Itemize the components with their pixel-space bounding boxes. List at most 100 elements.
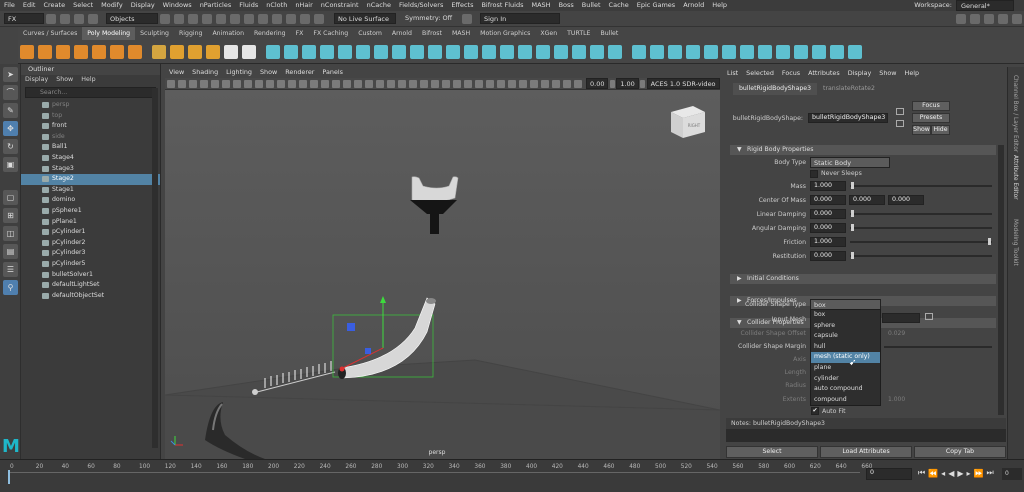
menu-set-dropdown[interactable]: FX: [4, 13, 44, 24]
shelf-tool-icon[interactable]: [794, 44, 808, 59]
shelf-tool-icon[interactable]: [722, 44, 736, 59]
menu-effects[interactable]: Effects: [447, 0, 477, 11]
outliner-item[interactable]: Stage1: [21, 185, 160, 196]
presets-button[interactable]: Presets: [912, 113, 950, 123]
snap-point-icon[interactable]: [286, 13, 296, 24]
shelf-tool-icon[interactable]: [266, 44, 280, 59]
ae-menu-list[interactable]: List: [723, 67, 742, 79]
viewport-tool-icon[interactable]: [496, 79, 505, 88]
shelf-tool-icon[interactable]: [188, 44, 202, 59]
viewport-tool-icon[interactable]: [320, 79, 329, 88]
shelf-tool-icon[interactable]: [110, 44, 124, 59]
never-sleeps-checkbox[interactable]: [810, 170, 818, 178]
menu-fluids[interactable]: Fluids: [235, 0, 262, 11]
menu-arnold[interactable]: Arnold: [679, 0, 708, 11]
shelf-tool-icon[interactable]: [284, 44, 298, 59]
ae-menu-display[interactable]: Display: [844, 67, 876, 79]
viewport-tool-icon[interactable]: [562, 79, 571, 88]
outliner-item[interactable]: pCylinder1: [21, 227, 160, 238]
show-button[interactable]: Show: [912, 125, 931, 135]
shelf-tool-icon[interactable]: [92, 44, 106, 59]
restitution-field[interactable]: 0.000: [810, 251, 846, 261]
shelf-tool-icon[interactable]: [428, 44, 442, 59]
shelf-tool-icon[interactable]: [758, 44, 772, 59]
viewport-tool-icon[interactable]: [243, 79, 252, 88]
shelf-tool-icon[interactable]: [554, 44, 568, 59]
viewport-menu-shading[interactable]: Shading: [188, 67, 222, 78]
shelf-tool-icon[interactable]: [668, 44, 682, 59]
viewport-menu-panels[interactable]: Panels: [318, 67, 347, 78]
render-settings-icon[interactable]: [984, 13, 994, 24]
single-pane-icon[interactable]: ▢: [3, 190, 18, 205]
node-copy-icon[interactable]: [896, 120, 904, 127]
shelf-tool-icon[interactable]: [590, 44, 604, 59]
outliner-layout-icon[interactable]: ☰: [3, 262, 18, 277]
undo-icon[interactable]: [74, 13, 84, 24]
shelf-tab-custom[interactable]: Custom: [353, 27, 387, 40]
viewport-menu-show[interactable]: Show: [256, 67, 281, 78]
section-initial-conditions[interactable]: ▶ Initial Conditions: [730, 274, 996, 284]
shelf-tool-icon[interactable]: [170, 44, 184, 59]
step-forward-icon[interactable]: ▸: [967, 469, 971, 478]
outliner-item[interactable]: persp: [21, 100, 160, 111]
outliner-item[interactable]: pCylinder5: [21, 259, 160, 270]
outliner-item[interactable]: pCylinder2: [21, 238, 160, 249]
construction-history-icon[interactable]: [462, 13, 472, 24]
viewport-menu-view[interactable]: View: [165, 67, 188, 78]
shelf-tab-sculpting[interactable]: Sculpting: [135, 27, 174, 40]
menu-fields-solvers[interactable]: Fields/Solvers: [395, 0, 447, 11]
menu-bullet[interactable]: Bullet: [578, 0, 605, 11]
shelf-tool-icon[interactable]: [20, 44, 34, 59]
section-rigid-body[interactable]: ▼ Rigid Body Properties: [730, 145, 996, 155]
shelf-tab-xgen[interactable]: XGen: [535, 27, 562, 40]
menu-bifrost-fluids[interactable]: Bifrost Fluids: [477, 0, 527, 11]
zoom-icon[interactable]: ⚲: [3, 280, 18, 295]
shape-type-option[interactable]: box: [811, 310, 880, 321]
shelf-tool-icon[interactable]: [572, 44, 586, 59]
outliner-item[interactable]: pPlane1: [21, 217, 160, 228]
input-mesh-link-icon[interactable]: [925, 313, 933, 320]
shape-type-option[interactable]: hull: [811, 342, 880, 353]
shape-type-option[interactable]: compound: [811, 395, 880, 406]
viewport-tool-icon[interactable]: [298, 79, 307, 88]
shelf-tool-icon[interactable]: [704, 44, 718, 59]
viewport-tool-icon[interactable]: [287, 79, 296, 88]
select-tool-icon[interactable]: ➤: [3, 67, 18, 82]
color-space-dropdown[interactable]: ACES 1.0 SDR-video (sRGB): [646, 78, 720, 98]
body-type-dropdown[interactable]: Static Body: [810, 157, 890, 168]
viewport-tool-icon[interactable]: [507, 79, 516, 88]
shelf-tab-turtle[interactable]: TURTLE: [562, 27, 595, 40]
outliner-item[interactable]: Stage2: [21, 174, 160, 185]
viewport-tool-icon[interactable]: [265, 79, 274, 88]
shelf-tool-icon[interactable]: [242, 44, 256, 59]
rotate-tool-icon[interactable]: ↻: [3, 139, 18, 154]
shelf-tool-icon[interactable]: [650, 44, 664, 59]
viewport-tool-icon[interactable]: [364, 79, 373, 88]
snap-curve-icon[interactable]: [272, 13, 282, 24]
viewport-tool-icon[interactable]: [430, 79, 439, 88]
menu-nparticles[interactable]: nParticles: [196, 0, 236, 11]
viewport-tool-icon[interactable]: [177, 79, 186, 88]
shelf-tool-icon[interactable]: [446, 44, 460, 59]
ipr-icon[interactable]: [970, 13, 980, 24]
com-y-field[interactable]: 0.000: [849, 195, 885, 205]
ae-menu-help[interactable]: Help: [901, 67, 924, 79]
shelf-tool-icon[interactable]: [128, 44, 142, 59]
menu-edit[interactable]: Edit: [19, 0, 40, 11]
menu-select[interactable]: Select: [69, 0, 97, 11]
shelf-tool-icon[interactable]: [206, 44, 220, 59]
shelf-tool-icon[interactable]: [740, 44, 754, 59]
shelf-tool-icon[interactable]: [830, 44, 844, 59]
viewport-tool-icon[interactable]: [254, 79, 263, 88]
outliner-item[interactable]: front: [21, 121, 160, 132]
viewport-tool-icon[interactable]: [441, 79, 450, 88]
viewport-tool-icon[interactable]: [463, 79, 472, 88]
sign-in-button[interactable]: Sign In: [480, 13, 560, 24]
shelf-tab-mash[interactable]: MASH: [447, 27, 475, 40]
node-name-field[interactable]: bulletRigidBodyShape3: [808, 113, 888, 123]
viewport-tool-icon[interactable]: [540, 79, 549, 88]
outliner-item[interactable]: bulletSolver1: [21, 270, 160, 281]
viewport-tool-icon[interactable]: [199, 79, 208, 88]
linear-damping-field[interactable]: 0.000: [810, 209, 846, 219]
outliner-menu-display[interactable]: Display: [21, 75, 52, 85]
